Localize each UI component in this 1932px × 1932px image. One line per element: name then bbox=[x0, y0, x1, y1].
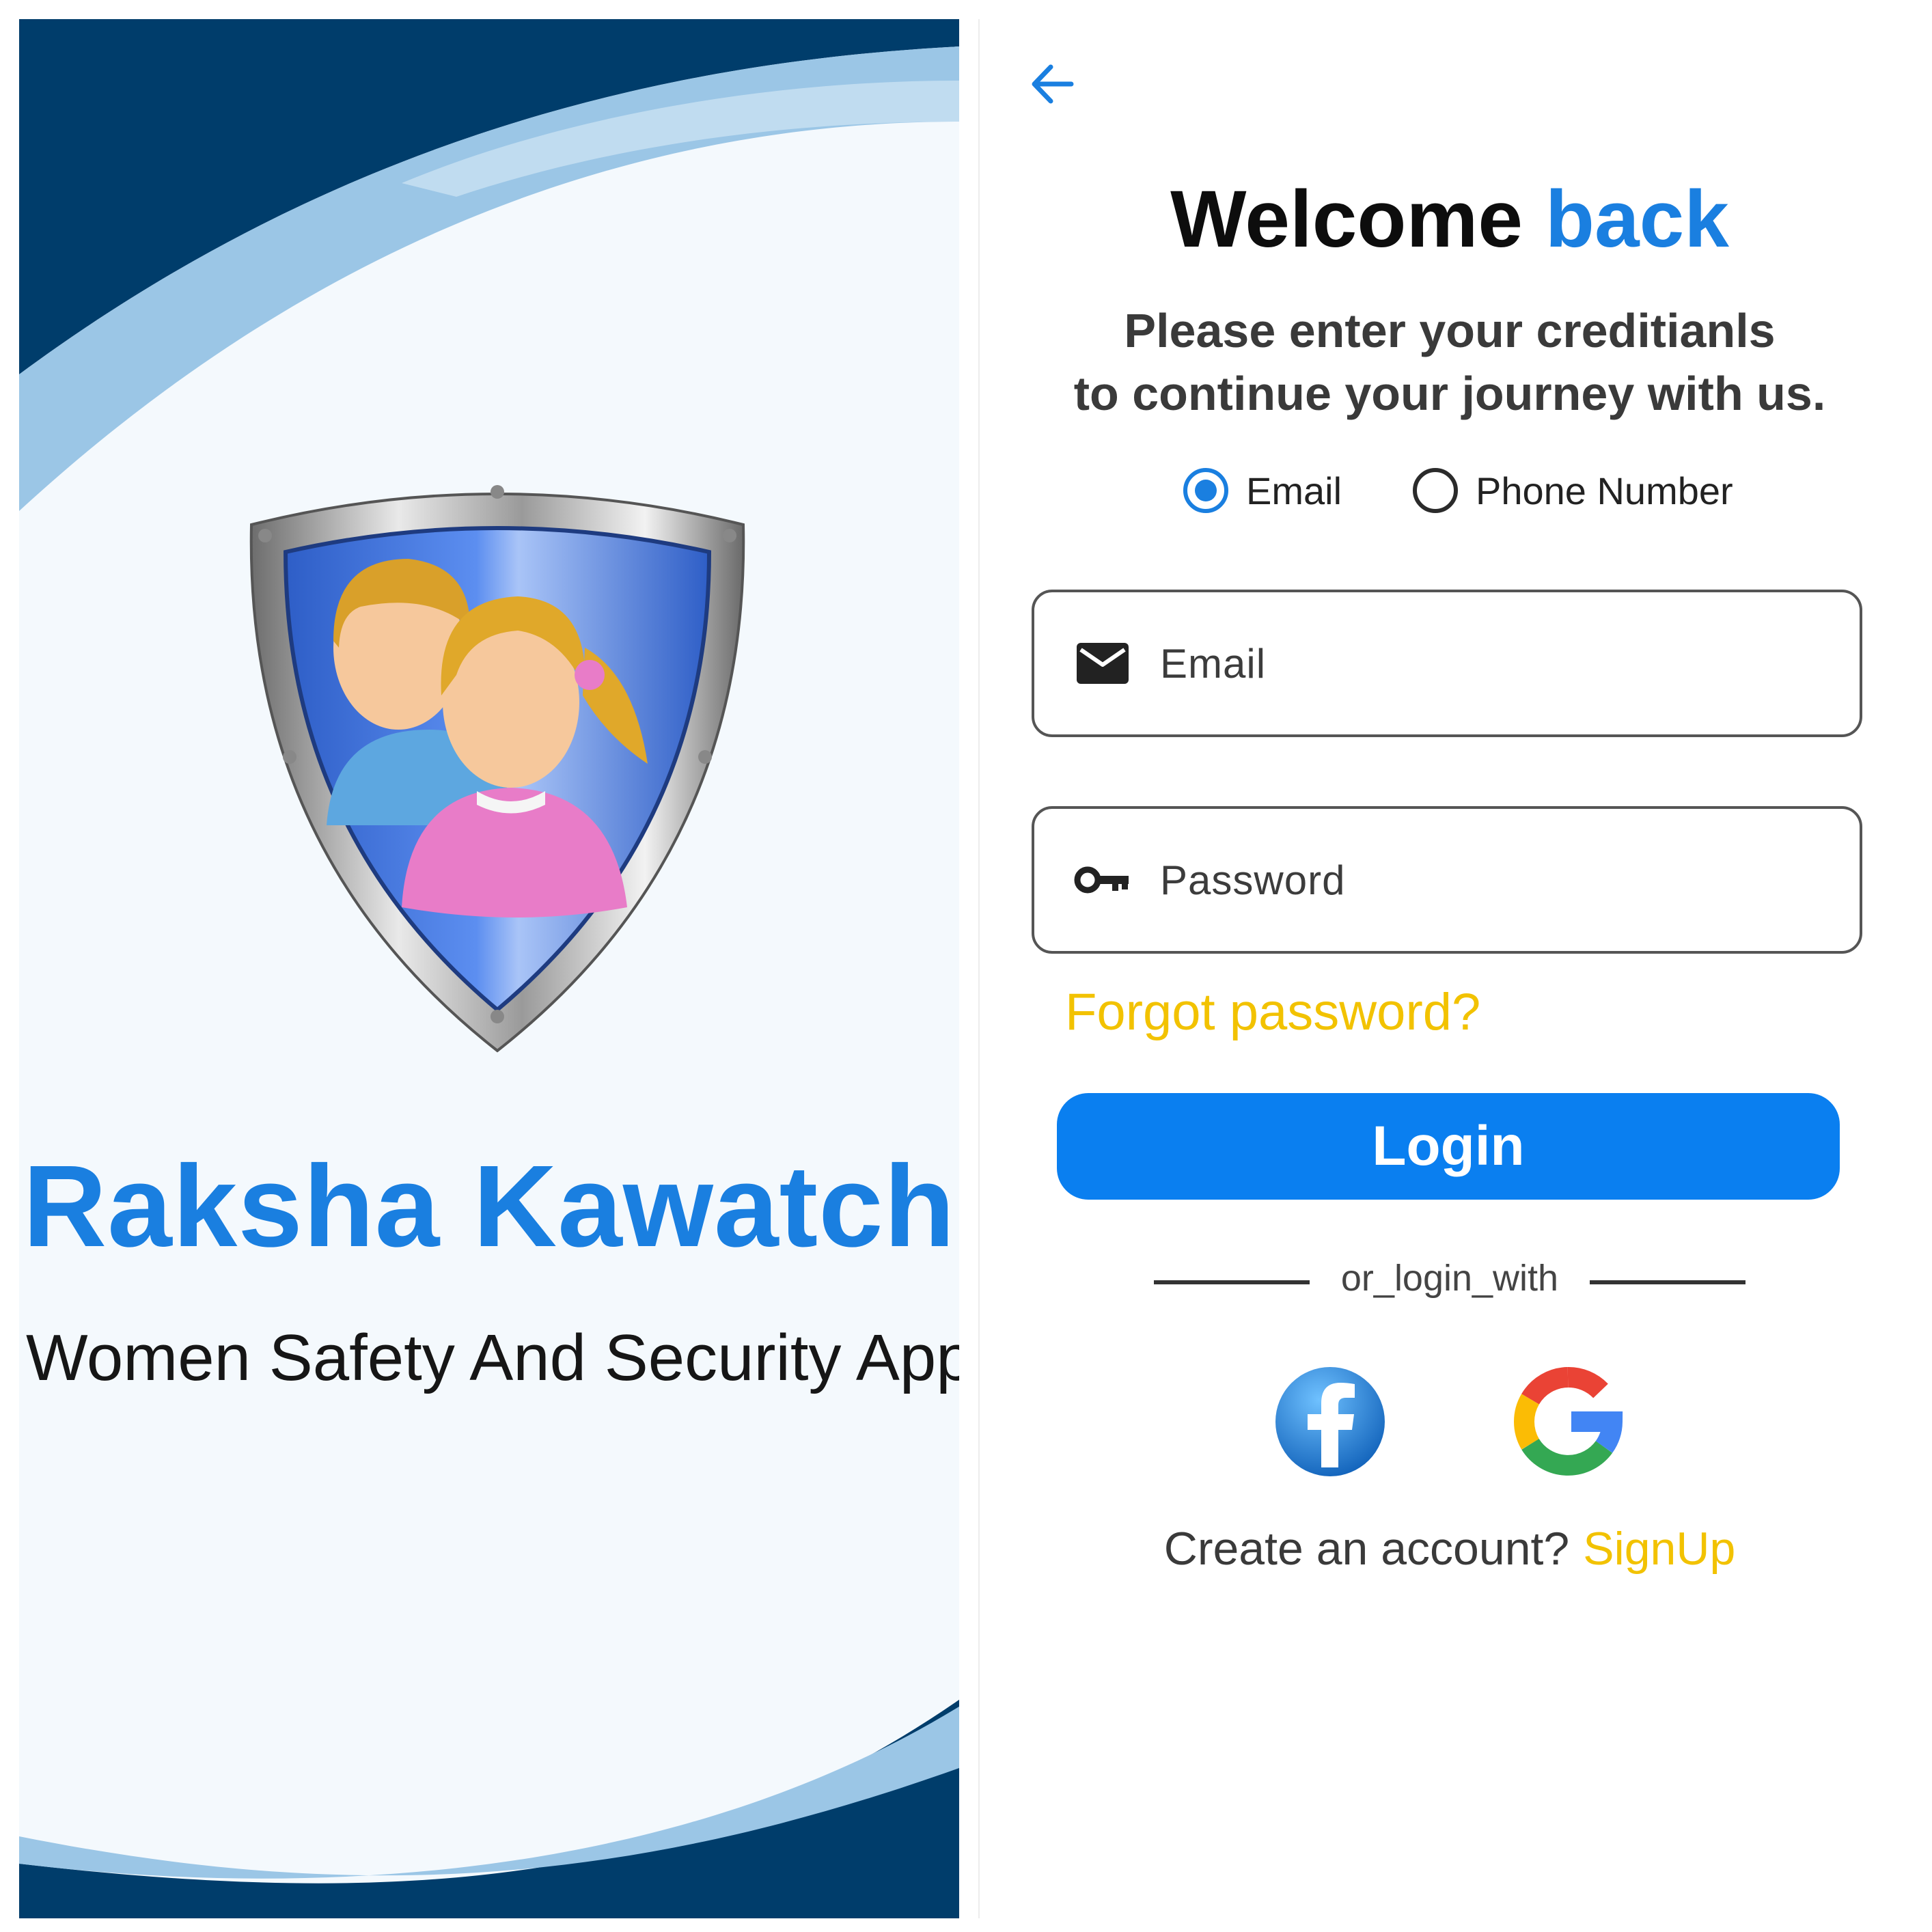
radio-phone-label: Phone Number bbox=[1476, 469, 1733, 512]
welcome-prefix: Welcome bbox=[1170, 174, 1523, 264]
welcome-heading: Welcome back bbox=[980, 173, 1920, 266]
back-button[interactable] bbox=[1023, 53, 1085, 115]
splash-screen: Raksha Kawatch Women Safety And Security… bbox=[19, 19, 959, 1918]
create-account-row: Create an account? SignUp bbox=[980, 1522, 1920, 1575]
facebook-login-button[interactable] bbox=[1273, 1365, 1387, 1478]
account-question: Create an account? bbox=[1163, 1523, 1570, 1575]
divider-line-right bbox=[1590, 1280, 1745, 1284]
radio-email[interactable]: Email bbox=[1183, 456, 1342, 525]
app-title: Raksha Kawatch bbox=[23, 1142, 956, 1271]
email-field[interactable] bbox=[1032, 590, 1862, 737]
google-icon bbox=[1514, 1367, 1623, 1476]
forgot-password-link[interactable]: Forgot password? bbox=[1065, 982, 1480, 1042]
google-login-button[interactable] bbox=[1511, 1365, 1625, 1478]
login-method-radio-group: Email Phone Number bbox=[980, 456, 1920, 525]
app-tagline: Women Safety And Security App bbox=[26, 1321, 959, 1394]
shield-women-icon bbox=[224, 470, 771, 1058]
radio-unselected-icon bbox=[1413, 468, 1458, 513]
envelope-icon bbox=[1077, 643, 1129, 684]
radio-email-label: Email bbox=[1246, 469, 1342, 512]
facebook-icon bbox=[1275, 1367, 1385, 1476]
social-divider: or_login_with bbox=[980, 1254, 1920, 1309]
login-button[interactable]: Login bbox=[1057, 1093, 1840, 1200]
email-input[interactable] bbox=[1159, 639, 1845, 688]
radio-selected-icon bbox=[1183, 468, 1228, 513]
password-input[interactable] bbox=[1159, 855, 1845, 905]
welcome-accent: back bbox=[1545, 174, 1729, 264]
divider-text: or_login_with bbox=[1340, 1258, 1559, 1299]
key-icon bbox=[1074, 866, 1129, 894]
subtitle: Please enter your creditianls to continu… bbox=[980, 299, 1920, 425]
radio-phone-number[interactable]: Phone Number bbox=[1413, 456, 1733, 525]
password-field[interactable] bbox=[1032, 806, 1862, 954]
subtitle-line-1: Please enter your creditianls bbox=[1124, 304, 1776, 357]
subtitle-line-2: to continue your journey with us. bbox=[1073, 367, 1826, 420]
login-screen: Welcome back Please enter your creditian… bbox=[978, 19, 1920, 1918]
arrow-left-icon bbox=[1032, 64, 1074, 104]
signup-link[interactable]: SignUp bbox=[1583, 1523, 1735, 1575]
